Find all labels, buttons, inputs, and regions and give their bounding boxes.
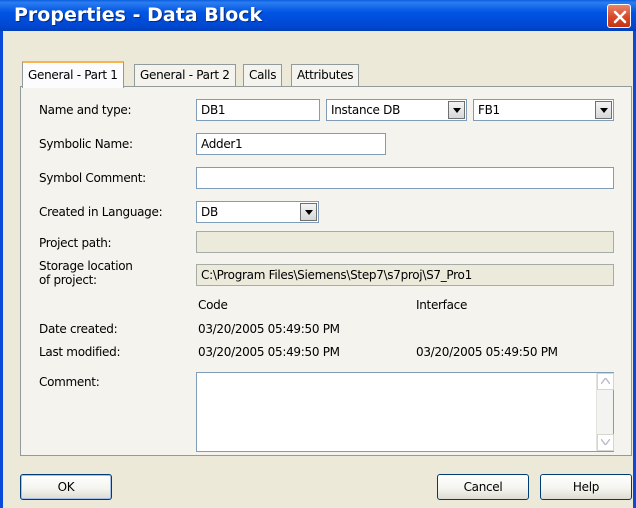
chevron-down-icon [453, 108, 461, 113]
ok-button[interactable]: OK [20, 474, 112, 500]
symbol-comment-input[interactable] [196, 167, 614, 189]
block-type-dropdown[interactable]: Instance DB [326, 99, 467, 121]
storage-location-field: C:\Program Files\Siemens\Step7\s7proj\S7… [196, 264, 614, 286]
name-and-type-label: Name and type: [39, 103, 132, 117]
comment-textarea[interactable] [196, 372, 614, 452]
close-icon [613, 10, 627, 24]
block-type-dropdown-button[interactable] [448, 101, 465, 119]
tab-general-part-1[interactable]: General - Part 1 [22, 61, 124, 88]
language-value: DB [201, 205, 218, 219]
symbol-comment-label: Symbol Comment: [39, 171, 146, 185]
help-button[interactable]: Help [540, 474, 632, 500]
tab-general-part-2[interactable]: General - Part 2 [134, 64, 236, 87]
tab-calls[interactable]: Calls [243, 64, 283, 87]
code-column-header: Code [198, 298, 228, 312]
interface-column-header: Interface [416, 298, 468, 312]
last-modified-interface-value: 03/20/2005 05:49:50 PM [416, 345, 558, 359]
chevron-down-icon [305, 210, 313, 215]
tab-attributes[interactable]: Attributes [291, 64, 360, 87]
title-bar[interactable]: Properties - Data Block [0, 0, 636, 31]
last-modified-code-value: 03/20/2005 05:49:50 PM [198, 345, 340, 359]
scroll-up-icon [601, 378, 610, 384]
comment-scrollbar[interactable] [596, 373, 614, 451]
project-path-field [196, 231, 614, 253]
window-title: Properties - Data Block [14, 4, 263, 26]
window-frame-left [0, 31, 3, 508]
chevron-down-icon [600, 108, 608, 113]
date-created-code-value: 03/20/2005 05:49:50 PM [198, 322, 340, 336]
scroll-down-button[interactable] [597, 434, 614, 451]
scroll-down-icon [601, 439, 610, 445]
last-modified-label: Last modified: [39, 345, 121, 359]
block-type-value: Instance DB [331, 103, 401, 117]
function-block-value: FB1 [478, 103, 500, 117]
symbolic-name-input[interactable]: Adder1 [196, 133, 386, 155]
storage-location-label: Storage location of project: [39, 259, 133, 287]
function-block-dropdown-button[interactable] [595, 101, 612, 119]
project-path-label: Project path: [39, 236, 112, 250]
language-dropdown-button[interactable] [300, 203, 317, 221]
comment-label: Comment: [39, 375, 100, 389]
symbolic-name-label: Symbolic Name: [39, 137, 133, 151]
created-in-language-label: Created in Language: [39, 205, 163, 219]
language-dropdown[interactable]: DB [196, 201, 319, 223]
function-block-dropdown[interactable]: FB1 [473, 99, 614, 121]
date-created-label: Date created: [39, 322, 118, 336]
cancel-button[interactable]: Cancel [437, 474, 529, 500]
block-name-input[interactable]: DB1 [196, 99, 320, 121]
close-button[interactable] [607, 4, 631, 28]
scroll-up-button[interactable] [597, 373, 614, 390]
